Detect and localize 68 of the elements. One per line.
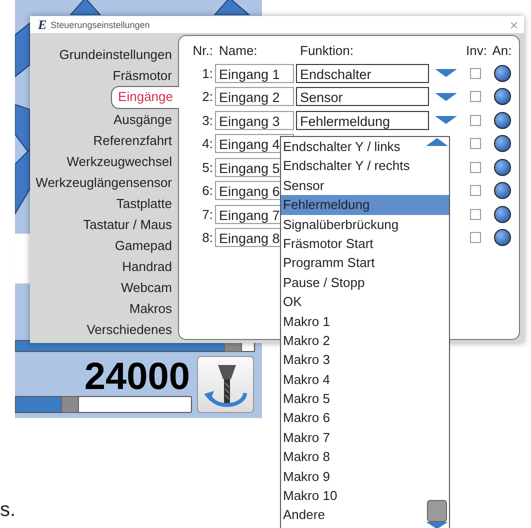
dropdown-option[interactable]: Pause / Stopp xyxy=(281,272,425,292)
column-header: An: xyxy=(492,42,512,59)
dropdown-arrow-icon[interactable] xyxy=(435,92,457,100)
row-number: 7: xyxy=(202,206,213,222)
sidebar-tab[interactable]: Makros xyxy=(123,298,178,319)
dropdown-option[interactable]: Makro 1 xyxy=(281,312,425,331)
scroll-up-icon[interactable] xyxy=(426,138,448,146)
speed-slider[interactable] xyxy=(15,396,192,413)
row-number: 4: xyxy=(202,136,213,151)
name-field[interactable]: Eingang 3 xyxy=(215,110,294,130)
dropdown-option[interactable]: Makro 8 xyxy=(281,447,425,467)
dropdown-arrow-icon[interactable] xyxy=(435,69,457,77)
sidebar-tab[interactable]: Webcam xyxy=(114,277,178,298)
invert-checkbox[interactable] xyxy=(470,208,480,220)
row-number: 6: xyxy=(202,183,213,198)
caption-text: s. xyxy=(0,498,16,522)
invert-checkbox[interactable] xyxy=(470,232,480,243)
dropdown-arrow-icon[interactable] xyxy=(435,116,457,124)
row-number: 1: xyxy=(202,66,213,80)
dropdown-option[interactable]: OK xyxy=(281,292,425,312)
column-header: Name: xyxy=(218,42,258,59)
sidebar-tab[interactable]: Tastplatte xyxy=(110,193,178,214)
column-header: Inv: xyxy=(466,42,487,59)
invert-checkbox[interactable] xyxy=(470,68,480,78)
name-field[interactable]: Eingang 2 xyxy=(215,87,294,106)
sidebar-tab[interactable]: Ausgänge xyxy=(107,109,178,130)
dropdown-option[interactable]: Andere xyxy=(281,505,425,525)
sidebar-tab[interactable]: Gamepad xyxy=(108,235,178,256)
dropdown-option[interactable]: Makro 6 xyxy=(281,408,425,428)
row-number: 8: xyxy=(202,230,213,245)
invert-checkbox[interactable] xyxy=(470,138,480,149)
sidebar-tab[interactable]: Fräsmotor xyxy=(106,65,178,86)
function-dropdown[interactable]: Fehlermeldung xyxy=(296,110,429,130)
dropdown-option[interactable]: Programm Start xyxy=(281,253,425,273)
invert-checkbox[interactable] xyxy=(470,114,480,126)
row-number: 3: xyxy=(202,112,213,128)
speed-value: 24000 xyxy=(84,358,191,396)
dropdown-option[interactable]: Makro 7 xyxy=(281,428,425,448)
dropdown-option[interactable]: Makro 3 xyxy=(281,350,425,370)
spindle-button[interactable] xyxy=(197,356,254,413)
sidebar-tab[interactable]: Eingänge xyxy=(111,86,179,109)
dropdown-option[interactable]: Makro 2 xyxy=(281,330,425,350)
sidebar-tab[interactable]: Werkzeugwechsel xyxy=(60,151,178,172)
invert-checkbox[interactable] xyxy=(470,185,480,196)
slider-thumb[interactable] xyxy=(60,396,78,413)
app-logo: E xyxy=(38,16,47,32)
sidebar-tab[interactable]: Tastatur / Maus xyxy=(77,214,178,235)
sidebar-tab[interactable]: Handrad xyxy=(116,256,178,277)
name-field[interactable]: Eingang 1 xyxy=(215,64,294,82)
row-number: 2: xyxy=(202,89,213,104)
sidebar-tab[interactable]: Verschiedenes xyxy=(80,319,178,340)
dropdown-option[interactable]: Makro 5 xyxy=(281,389,425,408)
dropdown-option[interactable]: Makro 4 xyxy=(281,370,425,390)
scrollbar-thumb[interactable] xyxy=(427,500,447,522)
window-title: Steuerungseinstellungen xyxy=(50,20,150,30)
dropdown-option[interactable]: Fehlermeldung xyxy=(281,195,449,215)
invert-checkbox[interactable] xyxy=(470,91,480,102)
row-number: 5: xyxy=(202,160,213,174)
function-dropdown[interactable]: Endschalter xyxy=(296,64,429,82)
column-header: Nr.: xyxy=(192,42,213,59)
invert-checkbox[interactable] xyxy=(470,162,480,172)
dropdown-option[interactable]: Makro 9 xyxy=(281,466,425,486)
dropdown-option[interactable]: Makro 10 xyxy=(281,486,425,506)
function-dropdown[interactable]: Sensor xyxy=(296,87,429,106)
sidebar-tab[interactable]: Werkzeuglängensensor xyxy=(30,172,178,193)
column-header: Funktion: xyxy=(299,42,354,59)
sidebar-tab[interactable]: Grundeinstellungen xyxy=(53,44,178,65)
sidebar-tab[interactable]: Referenzfahrt xyxy=(87,130,178,151)
